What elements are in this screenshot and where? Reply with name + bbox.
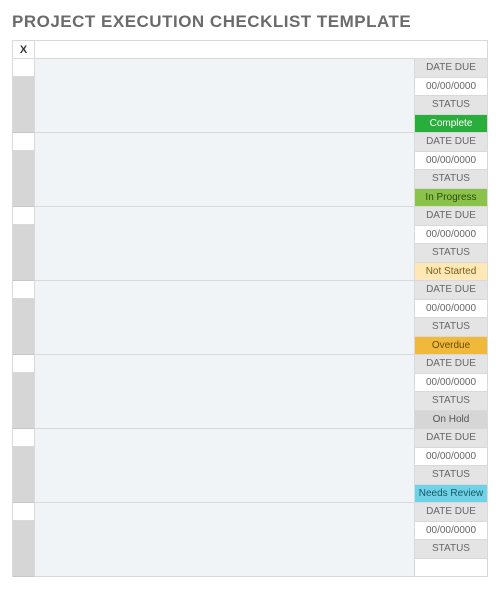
task-content-area[interactable] xyxy=(35,503,415,577)
status-label: STATUS xyxy=(415,540,487,559)
status-value[interactable] xyxy=(415,559,487,578)
meta-column: DATE DUE00/00/0000STATUSIn Progress xyxy=(415,133,487,207)
meta-column: DATE DUE00/00/0000STATUSOverdue xyxy=(415,281,487,355)
checkbox[interactable] xyxy=(13,207,34,225)
header-spacer xyxy=(35,41,487,59)
date-due-label: DATE DUE xyxy=(415,355,487,374)
checkbox[interactable] xyxy=(13,59,34,77)
date-due-label: DATE DUE xyxy=(415,281,487,300)
status-label: STATUS xyxy=(415,392,487,411)
status-value[interactable]: In Progress xyxy=(415,189,487,208)
status-label: STATUS xyxy=(415,466,487,485)
meta-column: DATE DUE00/00/0000STATUSNeeds Review xyxy=(415,429,487,503)
checkbox[interactable] xyxy=(13,281,34,299)
check-column-header: X xyxy=(13,41,35,59)
task-content-area[interactable] xyxy=(35,281,415,355)
table-row: DATE DUE00/00/0000STATUSOn Hold xyxy=(13,355,487,429)
header-row: X xyxy=(13,41,487,59)
date-due-value[interactable]: 00/00/0000 xyxy=(415,374,487,393)
date-due-value[interactable]: 00/00/0000 xyxy=(415,226,487,245)
table-row: DATE DUE00/00/0000STATUSNot Started xyxy=(13,207,487,281)
task-content-area[interactable] xyxy=(35,207,415,281)
row-side xyxy=(13,373,34,429)
task-content-area[interactable] xyxy=(35,429,415,503)
table-row: DATE DUE00/00/0000STATUSComplete xyxy=(13,59,487,133)
task-content-area[interactable] xyxy=(35,133,415,207)
status-value[interactable]: Not Started xyxy=(415,263,487,282)
meta-column: DATE DUE00/00/0000STATUSNot Started xyxy=(415,207,487,281)
checklist-grid: X DATE DUE00/00/0000STATUSCompleteDATE D… xyxy=(12,40,488,577)
row-side xyxy=(13,447,34,503)
checkbox[interactable] xyxy=(13,503,34,521)
checkbox[interactable] xyxy=(13,429,34,447)
date-due-value[interactable]: 00/00/0000 xyxy=(415,300,487,319)
status-label: STATUS xyxy=(415,170,487,189)
meta-column: DATE DUE00/00/0000STATUS xyxy=(415,503,487,577)
date-due-label: DATE DUE xyxy=(415,503,487,522)
status-label: STATUS xyxy=(415,318,487,337)
table-row: DATE DUE00/00/0000STATUSOverdue xyxy=(13,281,487,355)
status-label: STATUS xyxy=(415,96,487,115)
date-due-value[interactable]: 00/00/0000 xyxy=(415,448,487,467)
status-value[interactable]: Overdue xyxy=(415,337,487,356)
row-side xyxy=(13,299,34,355)
task-content-area[interactable] xyxy=(35,59,415,133)
date-due-label: DATE DUE xyxy=(415,133,487,152)
date-due-value[interactable]: 00/00/0000 xyxy=(415,152,487,171)
row-side xyxy=(13,521,34,577)
date-due-label: DATE DUE xyxy=(415,59,487,78)
checkbox[interactable] xyxy=(13,133,34,151)
status-value[interactable]: On Hold xyxy=(415,411,487,430)
date-due-label: DATE DUE xyxy=(415,429,487,448)
table-row: DATE DUE00/00/0000STATUS xyxy=(13,503,487,577)
row-side xyxy=(13,77,34,133)
row-side xyxy=(13,151,34,207)
row-side xyxy=(13,225,34,281)
date-due-label: DATE DUE xyxy=(415,207,487,226)
status-value[interactable]: Needs Review xyxy=(415,485,487,504)
table-row: DATE DUE00/00/0000STATUSNeeds Review xyxy=(13,429,487,503)
checkbox[interactable] xyxy=(13,355,34,373)
table-row: DATE DUE00/00/0000STATUSIn Progress xyxy=(13,133,487,207)
date-due-value[interactable]: 00/00/0000 xyxy=(415,78,487,97)
status-value[interactable]: Complete xyxy=(415,115,487,134)
meta-column: DATE DUE00/00/0000STATUSComplete xyxy=(415,59,487,133)
date-due-value[interactable]: 00/00/0000 xyxy=(415,522,487,541)
meta-column: DATE DUE00/00/0000STATUSOn Hold xyxy=(415,355,487,429)
status-label: STATUS xyxy=(415,244,487,263)
page-title: PROJECT EXECUTION CHECKLIST TEMPLATE xyxy=(12,12,488,32)
task-content-area[interactable] xyxy=(35,355,415,429)
